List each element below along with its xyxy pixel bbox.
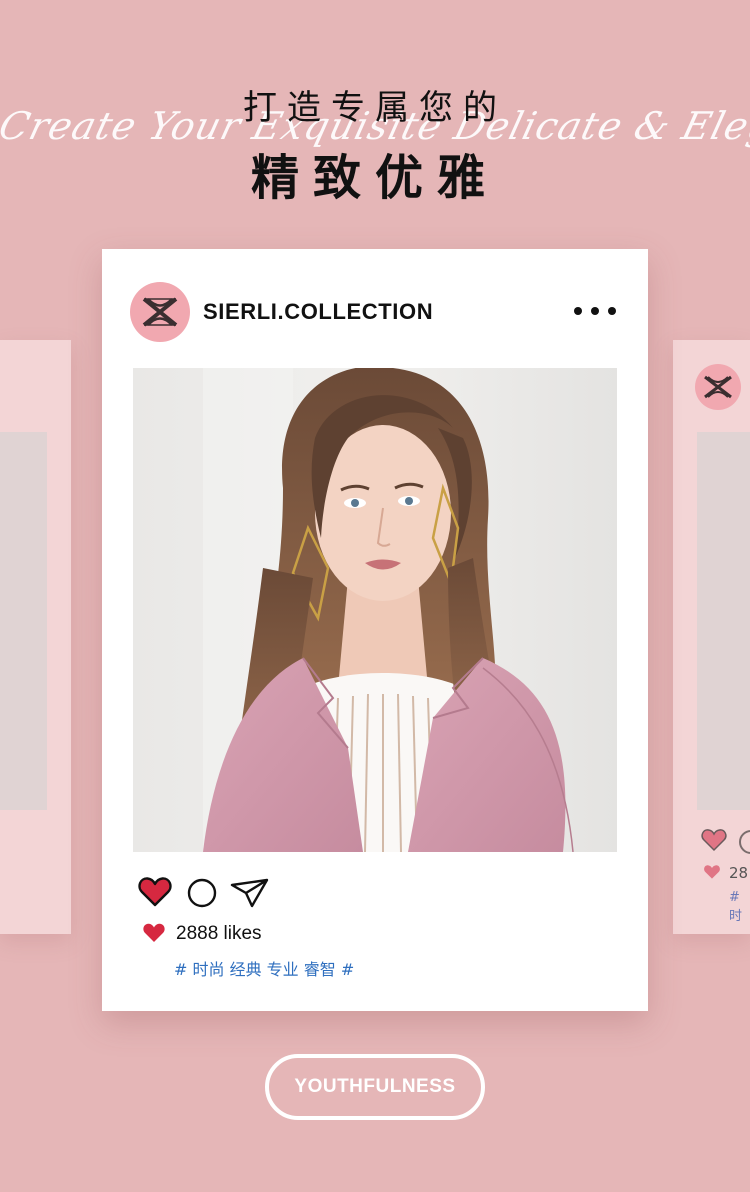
more-options-button[interactable] [574,299,616,323]
username[interactable]: SIERLI.COLLECTION [203,299,433,325]
side-card-left [0,340,71,934]
avatar[interactable] [130,282,190,342]
comment-icon [739,830,750,854]
post-photo [133,368,617,852]
model-portrait-image [133,368,617,852]
youthfulness-button[interactable]: YOUTHFULNESS [265,1054,485,1120]
headline-line1: 打造专属您的 [243,88,507,128]
comment-icon[interactable] [186,877,218,909]
more-icon [574,307,582,315]
headline-line2: 精致优雅 [250,150,499,206]
side-card-image [697,432,750,810]
brand-logo-icon [142,297,178,327]
likes-count[interactable]: 2888 likes [176,923,262,945]
heart-icon[interactable] [138,876,172,908]
more-icon-dot [608,307,616,315]
side-avatar [695,364,741,410]
post-card: SIERLI.COLLECTION 2888 likes # 时尚 经典 专业 … [102,249,648,1011]
side-likes-text: 28 [729,864,749,882]
hashtags[interactable]: # 时尚 经典 专业 睿智 # [174,956,354,980]
heart-small-icon [704,865,720,879]
send-icon[interactable] [230,877,270,909]
side-tags-text: # 时 [729,890,743,924]
heart-icon [701,829,727,852]
side-card-right: 28 # 时 [673,340,750,934]
more-icon-dot [591,307,599,315]
heart-small-icon [143,923,165,942]
side-card-image [0,432,47,810]
brand-logo-icon [704,375,732,399]
